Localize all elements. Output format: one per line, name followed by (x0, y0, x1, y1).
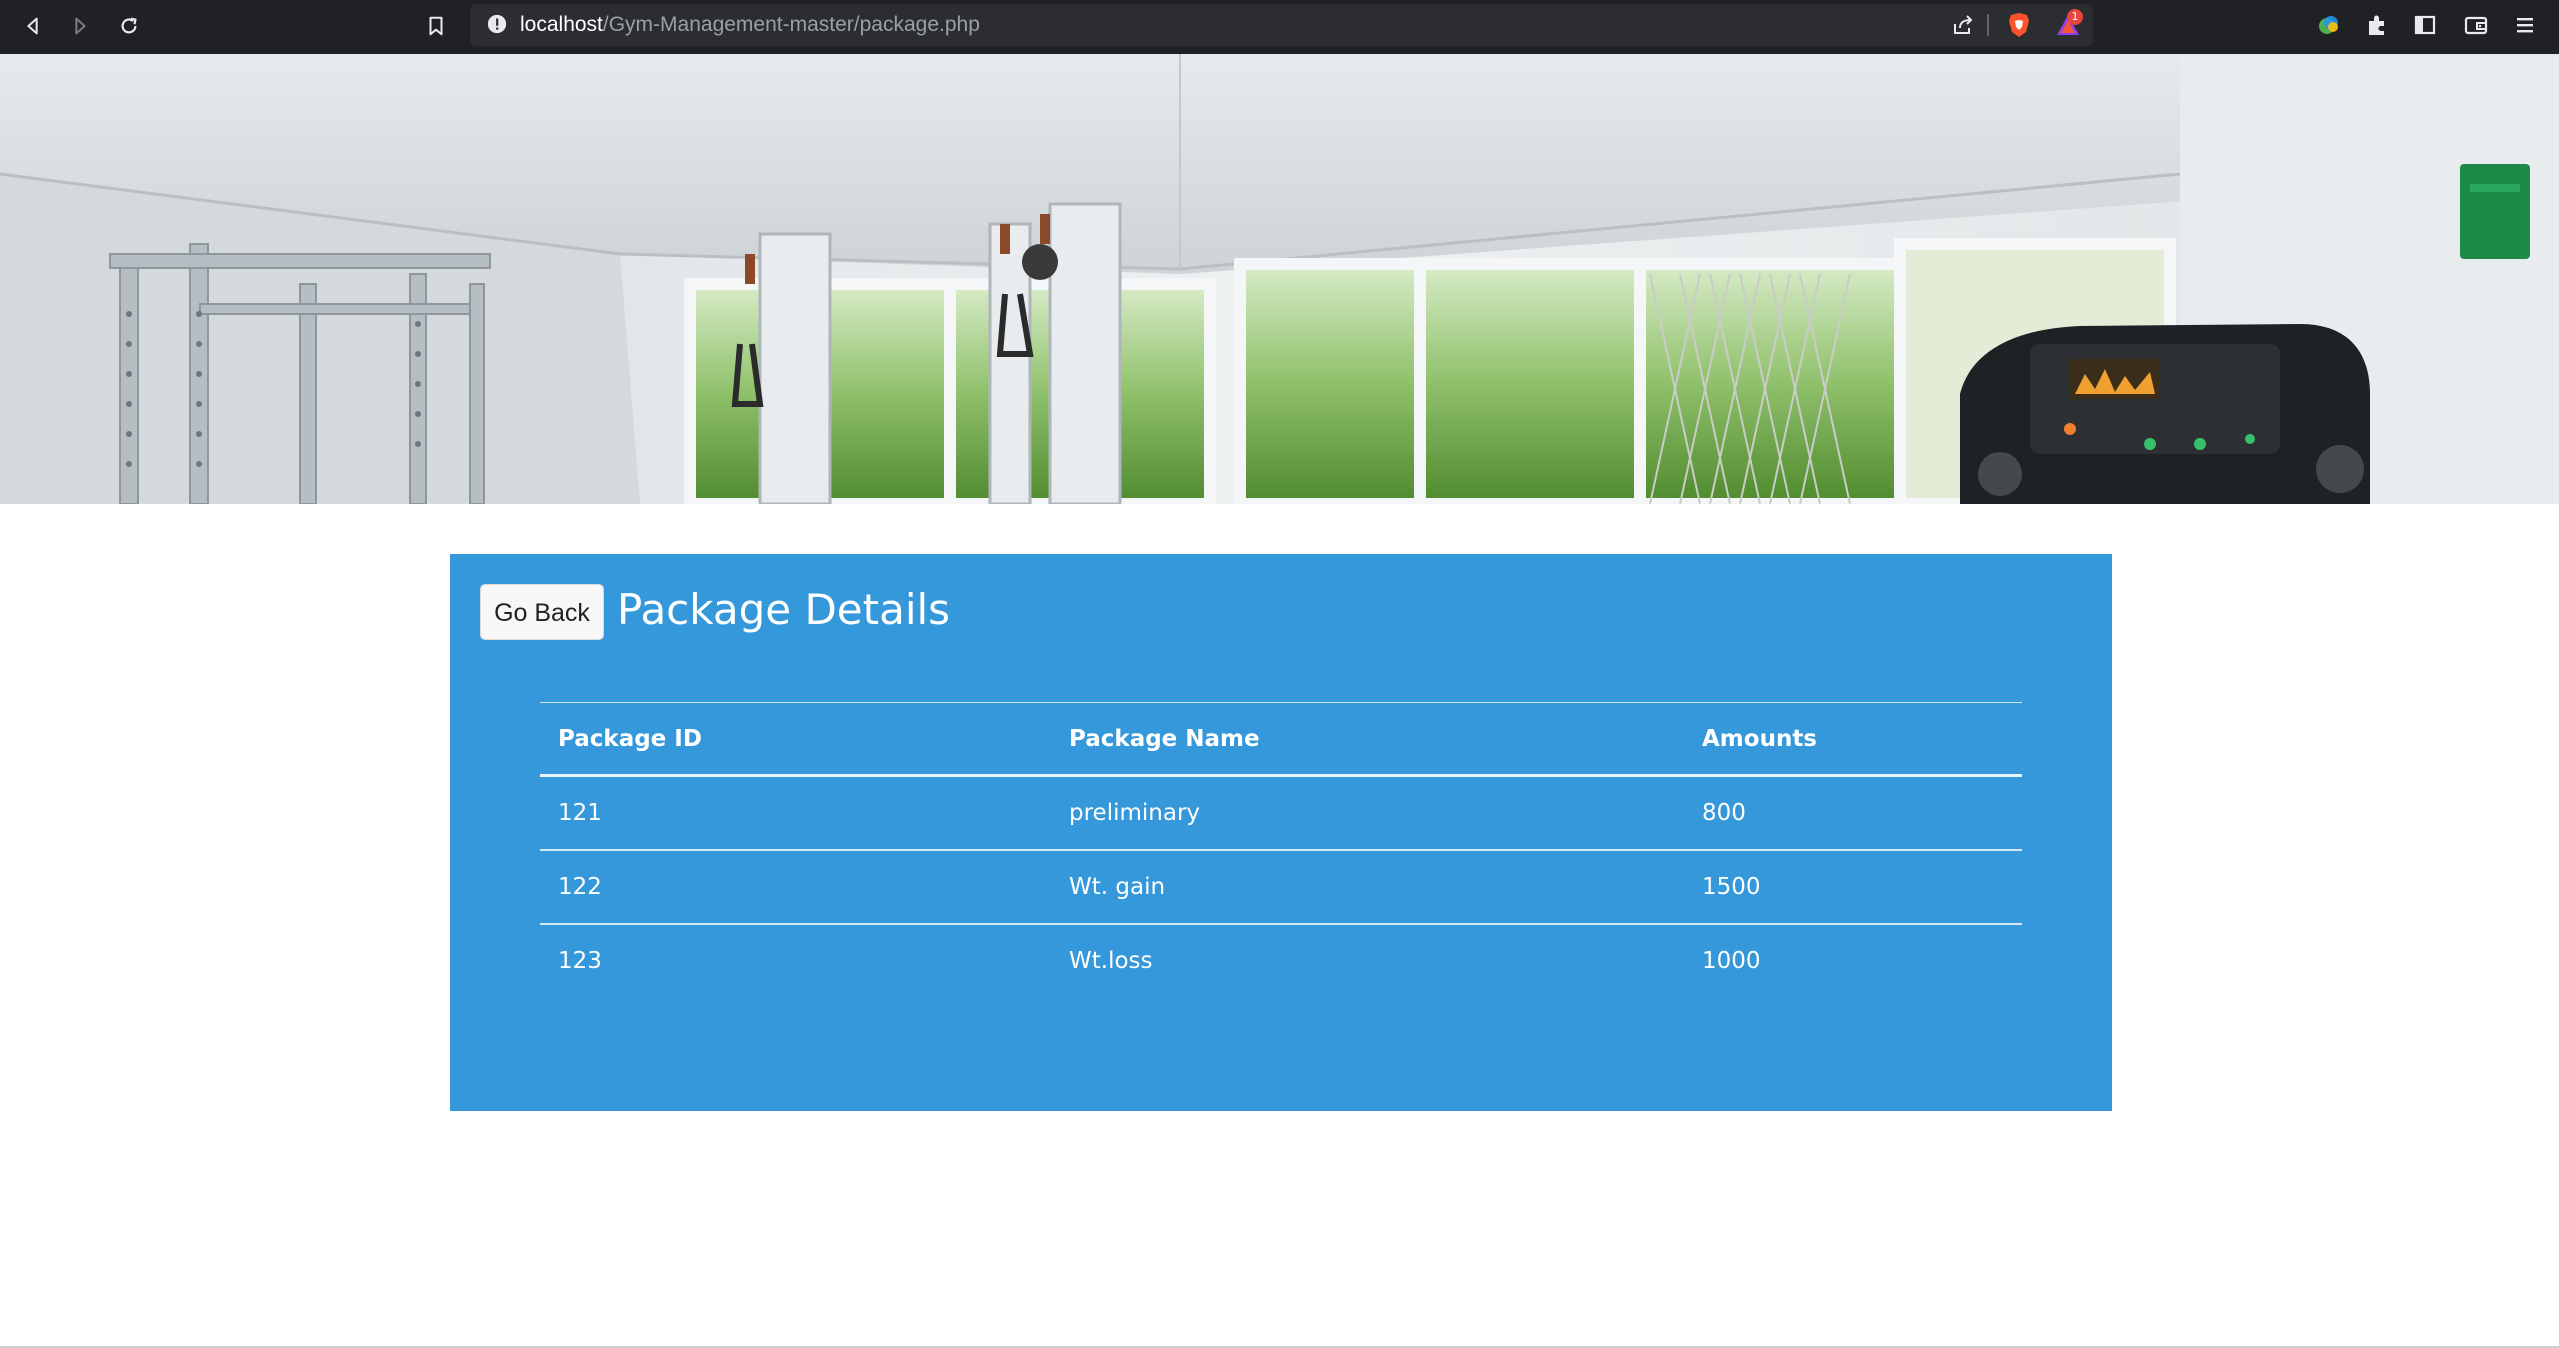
forward-button[interactable] (63, 9, 97, 43)
package-name-cell: Wt. gain (1051, 850, 1684, 925)
table-row: 121 preliminary 800 (540, 775, 2022, 851)
amount-cell: 1500 (1684, 850, 2022, 925)
package-panel: Go Back Package Details Package ID Packa… (450, 554, 2112, 1111)
info-icon[interactable] (486, 13, 508, 35)
column-header-package-name: Package Name (1051, 702, 1684, 777)
table-row: 123 Wt.loss 1000 (540, 924, 2022, 997)
address-bar[interactable]: localhost/Gym-Management-master/package.… (470, 4, 2093, 46)
wallet-icon[interactable] (2463, 12, 2489, 38)
reload-icon (121, 17, 137, 34)
sidebar-icon[interactable] (2412, 12, 2438, 38)
table-row: 122 Wt. gain 1500 (540, 850, 2022, 925)
brave-shields-icon[interactable] (2007, 12, 2031, 38)
rewards-badge: 1 (2067, 9, 2083, 25)
browser-toolbar: localhost/Gym-Management-master/package.… (0, 0, 2559, 54)
gym-banner-image (0, 54, 2559, 504)
back-arrow-icon (27, 17, 38, 35)
extensions-puzzle-icon[interactable] (2364, 12, 2390, 38)
bookmark-button[interactable] (419, 9, 453, 43)
go-back-button[interactable]: Go Back (480, 584, 604, 640)
column-header-amounts: Amounts (1684, 702, 2022, 777)
url-text[interactable]: localhost/Gym-Management-master/package.… (520, 4, 980, 46)
page-title: Package Details (617, 585, 951, 634)
package-name-cell: Wt.loss (1069, 948, 1153, 974)
back-button[interactable] (16, 9, 50, 43)
url-path: /Gym-Management-master/package.php (602, 13, 980, 36)
package-id-cell: 121 (540, 775, 1051, 851)
reload-button[interactable] (112, 9, 146, 43)
package-id-cell: 123 (558, 948, 602, 974)
forward-arrow-icon (75, 17, 86, 35)
column-header-package-id: Package ID (540, 702, 1051, 777)
share-icon[interactable] (1951, 13, 1975, 37)
amount-cell: 800 (1684, 775, 2022, 851)
package-name-cell: preliminary (1051, 775, 1684, 851)
menu-icon[interactable] (2512, 12, 2538, 38)
url-separator (1987, 14, 1989, 36)
url-host: localhost (520, 13, 603, 36)
amount-cell: 1000 (1702, 948, 1761, 974)
bookmark-icon (429, 16, 443, 36)
package-id-cell: 122 (540, 850, 1051, 925)
table-header-row: Package ID Package Name Amounts (540, 702, 2022, 777)
package-table: Package ID Package Name Amounts 121 prel… (540, 702, 2022, 997)
extension-icon[interactable] (2316, 12, 2342, 38)
